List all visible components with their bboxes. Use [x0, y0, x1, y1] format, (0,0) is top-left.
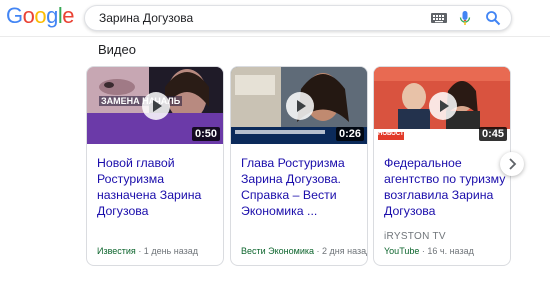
- chevron-right-icon: [509, 158, 517, 170]
- section-title: Видео: [98, 42, 136, 57]
- video-meta: Известия · 1 день назад: [97, 246, 198, 256]
- video-age: · 1 день назад: [135, 246, 198, 256]
- keyboard-icon[interactable]: [430, 10, 448, 26]
- video-card[interactable]: 0:26 Глава Ростуризма Зарина Догузова. С…: [230, 66, 368, 266]
- search-input[interactable]: [99, 8, 399, 28]
- video-thumbnail[interactable]: 0:26: [231, 67, 367, 144]
- video-title-link[interactable]: Новой главой Ростуризма назначена Зарина…: [97, 155, 219, 219]
- video-age: · 16 ч. назад: [419, 246, 474, 256]
- play-icon[interactable]: [286, 92, 314, 120]
- video-title-link[interactable]: Глава Ростуризма Зарина Догузова. Справк…: [241, 155, 363, 219]
- duration-badge: 0:50: [191, 127, 220, 141]
- duration-badge: 0:45: [478, 127, 507, 141]
- video-meta: Вести Экономика · 2 дня назад: [241, 246, 368, 256]
- logo-letter: g: [46, 3, 58, 28]
- video-meta: YouTube · 16 ч. назад: [384, 246, 474, 256]
- microphone-icon[interactable]: [459, 10, 471, 26]
- play-icon[interactable]: [429, 92, 457, 120]
- video-card[interactable]: НОВОСТИ 0:45 Федеральное агентство по ту…: [373, 66, 511, 266]
- logo-letter: G: [6, 3, 23, 28]
- logo-letter: o: [34, 3, 47, 28]
- logo-letter: e: [62, 3, 75, 28]
- duration-badge: 0:26: [335, 127, 364, 141]
- header: Google: [0, 0, 550, 36]
- video-channel: iRYSTON TV: [384, 231, 446, 242]
- video-age: · 2 дня назад: [314, 246, 368, 256]
- video-thumbnail[interactable]: ЗАМЕНА НАЧАЛЬ 0:50: [87, 67, 223, 144]
- thumbnail-caption: НОВОСТИ: [378, 131, 409, 137]
- header-divider: [0, 36, 550, 37]
- video-source: YouTube: [384, 246, 420, 256]
- search-bar[interactable]: [84, 5, 512, 31]
- next-arrow-button[interactable]: [500, 152, 524, 176]
- video-source: Известия: [97, 246, 136, 256]
- search-icon[interactable]: [485, 10, 501, 26]
- video-source: Вести Экономика: [241, 246, 315, 256]
- logo-letter: o: [22, 3, 35, 28]
- video-title-link[interactable]: Федеральное агентство по туризму возглав…: [384, 155, 506, 219]
- google-logo[interactable]: Google: [6, 3, 75, 29]
- play-icon[interactable]: [142, 92, 170, 120]
- video-thumbnail[interactable]: НОВОСТИ 0:45: [374, 67, 510, 144]
- video-card[interactable]: ЗАМЕНА НАЧАЛЬ 0:50 Новой главой Ростуриз…: [86, 66, 224, 266]
